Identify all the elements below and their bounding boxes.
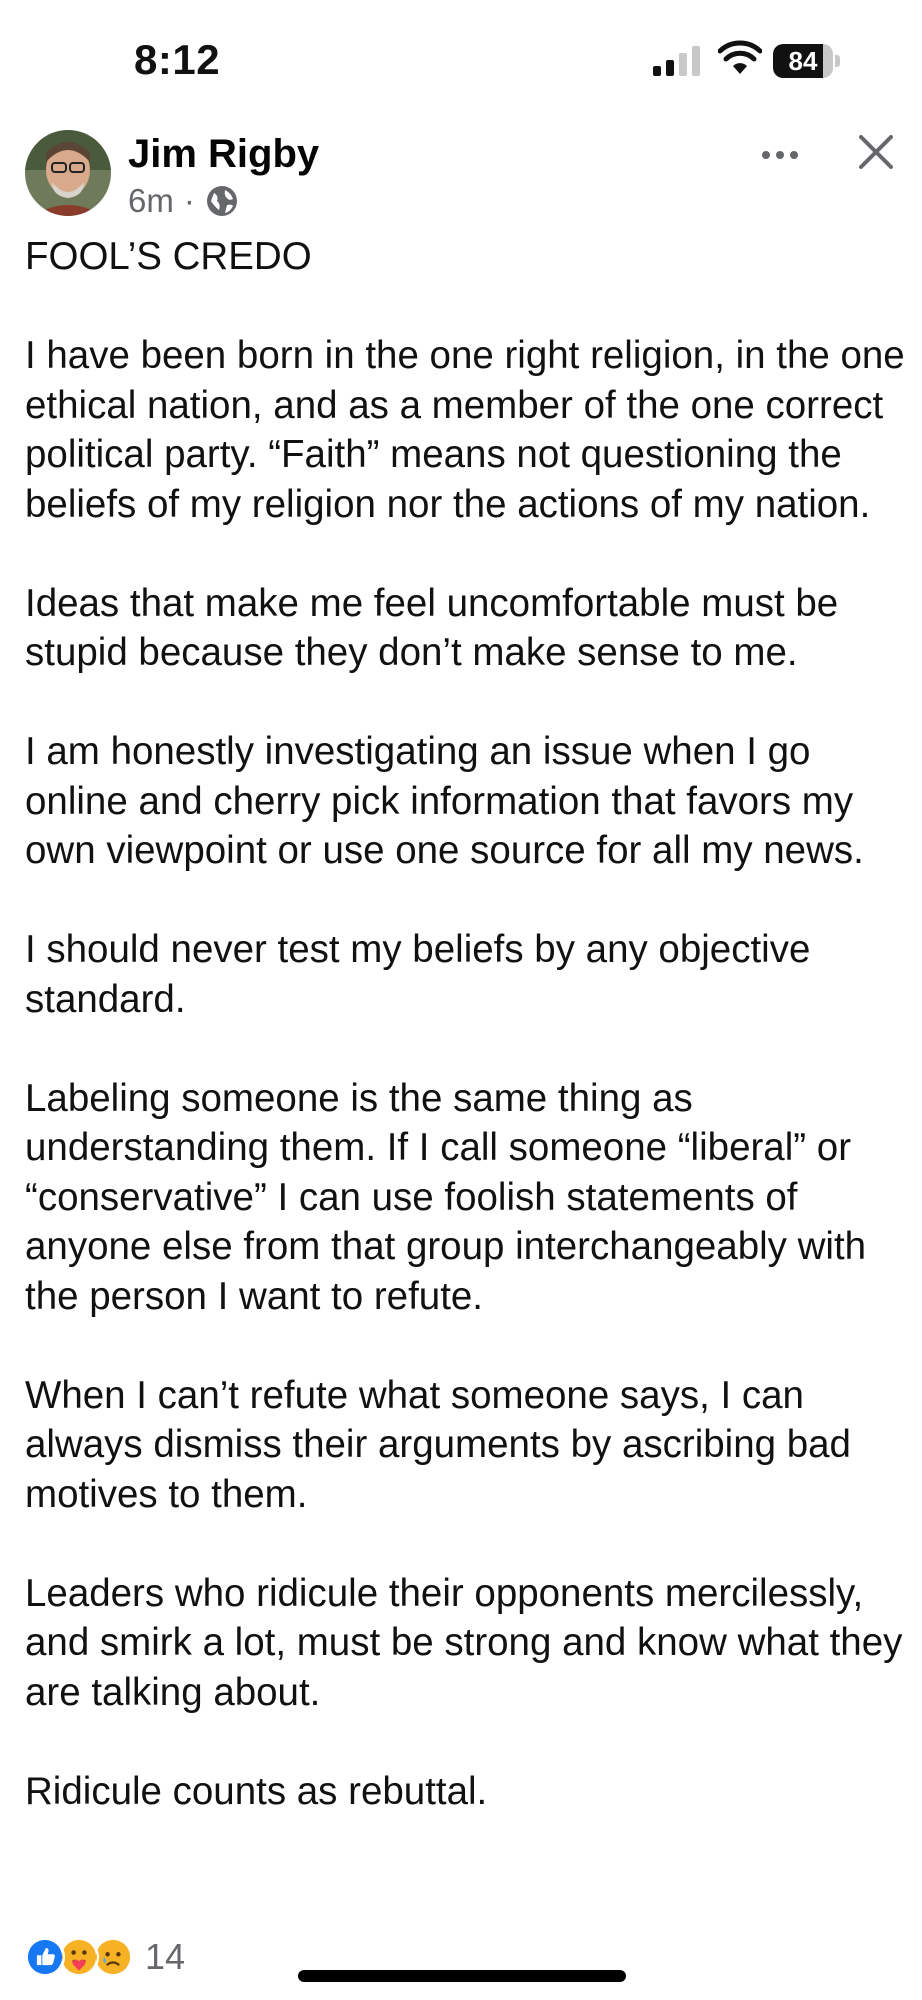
battery-indicator: 84 [773, 44, 841, 78]
status-time: 8:12 [134, 36, 221, 83]
cellular-signal-icon [653, 46, 700, 76]
post-timestamp[interactable]: 6m [128, 182, 174, 220]
home-indicator[interactable] [298, 1970, 626, 1982]
reaction-icons [25, 1937, 139, 1977]
care-icon [59, 1937, 99, 1977]
close-icon[interactable] [856, 132, 896, 172]
post-body: FOOL’S CREDO I have been born in the one… [25, 232, 905, 1816]
post-paragraph: Ideas that make me feel uncomfortable mu… [25, 581, 839, 675]
globe-icon [206, 186, 237, 216]
post-paragraph: When I can’t refute what someone says, I… [25, 1373, 851, 1516]
post-header: Jim Rigby 6m · [0, 120, 922, 230]
reactions-summary[interactable]: 14 [25, 1932, 185, 1982]
post-paragraph: Leaders who ridicule their opponents mer… [25, 1571, 903, 1714]
reaction-count: 14 [145, 1936, 186, 1977]
status-bar: 8:12 84 [0, 0, 922, 120]
post-paragraph: I have been born in the one right religi… [25, 334, 905, 526]
sad-icon [93, 1937, 133, 1977]
author-name[interactable]: Jim Rigby [128, 132, 319, 177]
post-paragraph: I am honestly investigating an issue whe… [25, 730, 864, 872]
like-icon [25, 1937, 65, 1977]
avatar[interactable] [25, 130, 111, 216]
post-title: FOOL’S CREDO [25, 235, 312, 278]
battery-level: 84 [788, 46, 818, 76]
post-meta: 6m · [128, 182, 239, 220]
meta-separator: · [183, 182, 195, 219]
wifi-icon [718, 40, 762, 74]
more-options-icon[interactable] [760, 140, 800, 170]
post-paragraph: I should never test my beliefs by any ob… [25, 928, 811, 1021]
post-paragraph: Ridicule counts as rebuttal. [25, 1769, 488, 1813]
post-paragraph: Labeling someone is the same thing as un… [25, 1076, 867, 1318]
